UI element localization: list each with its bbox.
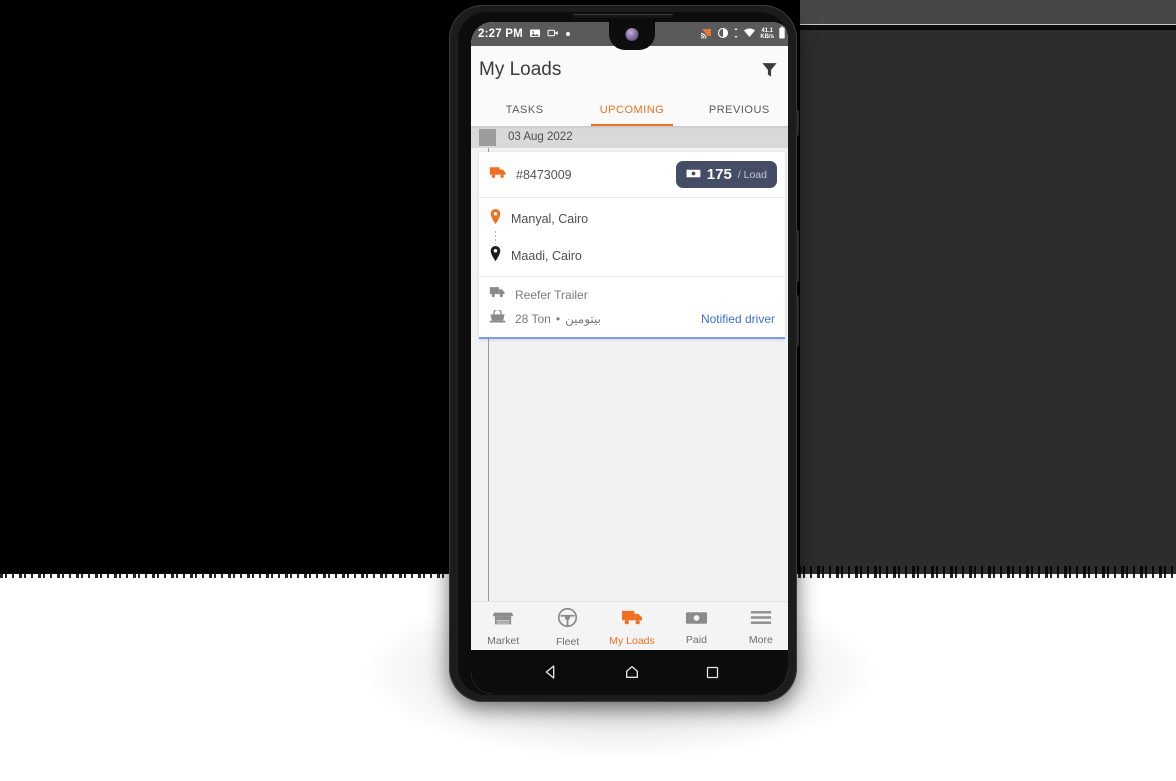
backdrop-panel-top-strip (800, 0, 1176, 24)
route-destination-label: Maadi, Cairo (511, 249, 582, 263)
cargo-row: 28 Ton • بيتومين Notified driver (489, 308, 775, 329)
nav-item-paid[interactable]: Paid (664, 607, 728, 646)
status-bar-right: 41.1 KB/s (700, 26, 786, 42)
camera-notch (609, 22, 655, 50)
weight-icon (489, 308, 506, 328)
status-bar-left: 2:27 PM (478, 27, 571, 42)
app-bar: My Loads (471, 46, 788, 93)
truck-icon (489, 165, 507, 185)
hamburger-menu-icon (750, 609, 772, 631)
route-connector-line (494, 231, 496, 244)
nav-label-paid: Paid (685, 633, 707, 646)
trailer-type-label: Reefer Trailer (515, 287, 588, 302)
price-badge: 175 / Load (675, 161, 777, 188)
android-navigation-bar (471, 650, 788, 694)
recents-square-icon[interactable] (703, 662, 723, 682)
tab-tasks[interactable]: TASKS (471, 93, 578, 126)
nav-label-fleet: Fleet (555, 636, 580, 648)
steering-wheel-icon (557, 607, 578, 633)
filter-icon[interactable] (756, 57, 782, 83)
battery-icon (778, 26, 786, 42)
phone-screen: 2:27 PM 41.1 KB/s My Loads TASKS UPCOMIN… (471, 22, 788, 694)
front-camera-icon (625, 28, 639, 41)
trailer-row: Reefer Trailer (489, 284, 775, 305)
phone-bezel: 2:27 PM 41.1 KB/s My Loads TASKS UPCOMIN… (458, 12, 788, 695)
date-marker-square (479, 128, 496, 146)
nav-item-fleet[interactable]: Fleet (535, 604, 599, 648)
trailer-truck-icon (489, 285, 506, 304)
home-icon[interactable] (622, 662, 642, 682)
nav-item-my-loads[interactable]: My Loads (600, 605, 664, 647)
status-bar: 2:27 PM 41.1 KB/s (471, 22, 788, 50)
nav-item-market[interactable]: Market (471, 606, 535, 647)
network-speed-unit: KB/s (760, 34, 774, 40)
loads-list: 03 Aug 2022 #8473009 175 / Load Manyal, … (471, 126, 788, 601)
route-origin-row: Manyal, Cairo (489, 207, 775, 231)
route-destination-row: Maadi, Cairo (489, 244, 775, 268)
truck-icon (620, 608, 645, 632)
cargo-weight-label: 28 Ton (515, 311, 551, 326)
tab-bar: TASKS UPCOMING PREVIOUS (471, 93, 788, 126)
phone-volume-up-button (796, 230, 799, 282)
price-value: 175 (706, 166, 732, 183)
nav-label-more: More (748, 634, 773, 646)
tab-previous[interactable]: PREVIOUS (686, 93, 788, 126)
nav-item-more[interactable]: More (729, 606, 788, 646)
tab-upcoming[interactable]: UPCOMING (578, 93, 685, 126)
money-icon (686, 166, 701, 184)
price-unit: / Load (737, 168, 767, 181)
map-pin-orange-icon (489, 208, 502, 230)
phone-device-frame: 2:27 PM 41.1 KB/s My Loads TASKS UPCOMIN… (449, 5, 799, 702)
route-origin-label: Manyal, Cairo (511, 212, 589, 226)
notified-driver-link[interactable]: Notified driver (701, 312, 775, 326)
date-group-label: 03 Aug 2022 (508, 131, 573, 143)
route-section: Manyal, Cairo Maadi, Cairo (479, 198, 785, 276)
load-card[interactable]: #8473009 175 / Load Manyal, Cairo Maadi,… (479, 152, 785, 339)
back-triangle-icon[interactable] (541, 662, 561, 682)
wifi-icon (743, 27, 756, 42)
bottom-navigation-bar: Market Fleet My Loads Paid More (471, 601, 788, 650)
brightness-icon (717, 27, 729, 42)
nav-label-market: Market (487, 634, 520, 647)
date-group-header: 03 Aug 2022 (471, 126, 788, 148)
money-icon (685, 610, 708, 631)
dot-icon (565, 28, 571, 40)
load-id-label: #8473009 (516, 167, 572, 182)
backdrop-panel-divider (800, 24, 1176, 30)
map-pin-black-icon (489, 245, 502, 267)
load-details-section: Reefer Trailer 28 Ton • بيتومين Notified… (479, 277, 785, 337)
nav-label-my-loads: My Loads (609, 635, 655, 647)
page-title: My Loads (479, 58, 562, 80)
earpiece-speaker (573, 14, 673, 18)
image-icon (529, 27, 541, 42)
phone-volume-down-button (796, 295, 799, 347)
status-clock: 2:27 PM (478, 28, 523, 40)
load-card-header: #8473009 175 / Load (479, 152, 785, 197)
backdrop-dark-panel (800, 0, 1176, 574)
cargo-separator: • (555, 311, 561, 326)
network-speed-indicator: 41.1 KB/s (760, 28, 774, 40)
data-transfer-icon (733, 27, 739, 42)
store-icon (492, 609, 514, 632)
cargo-group: 28 Ton • بيتومين (489, 308, 601, 328)
video-camera-icon (547, 27, 559, 42)
phone-power-button (796, 110, 799, 136)
cast-icon (700, 27, 713, 42)
cargo-type-label: بيتومين (565, 311, 601, 326)
load-id-group: #8473009 (489, 165, 572, 185)
